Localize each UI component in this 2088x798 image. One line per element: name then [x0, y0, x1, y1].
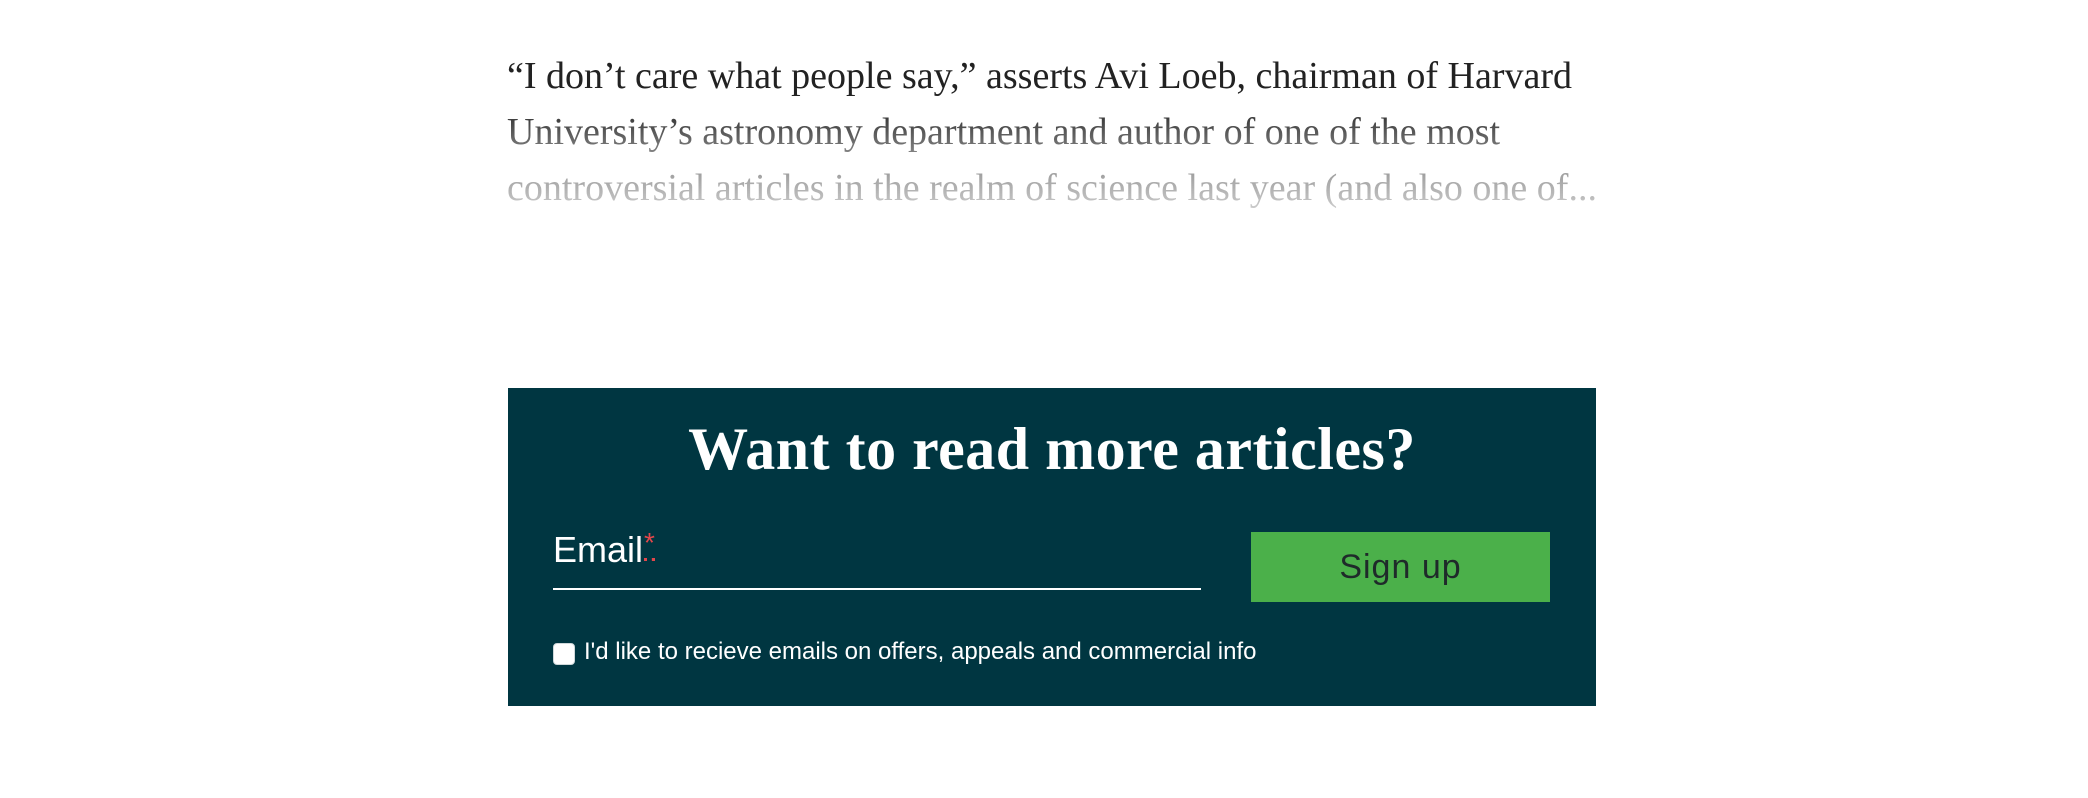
consent-row: I'd like to recieve emails on offers, ap…: [553, 636, 1256, 668]
sign-up-button[interactable]: Sign up: [1251, 532, 1550, 602]
email-field[interactable]: Email*: [553, 528, 1201, 590]
newsletter-signup-panel: Want to read more articles? Email* Sign …: [508, 388, 1596, 706]
email-input[interactable]: [553, 528, 1201, 586]
article-excerpt: “I don’t care what people say,” asserts …: [507, 55, 1597, 209]
consent-checkbox[interactable]: [553, 643, 575, 665]
signup-title: Want to read more articles?: [688, 416, 1416, 482]
consent-label[interactable]: I'd like to recieve emails on offers, ap…: [584, 637, 1256, 667]
